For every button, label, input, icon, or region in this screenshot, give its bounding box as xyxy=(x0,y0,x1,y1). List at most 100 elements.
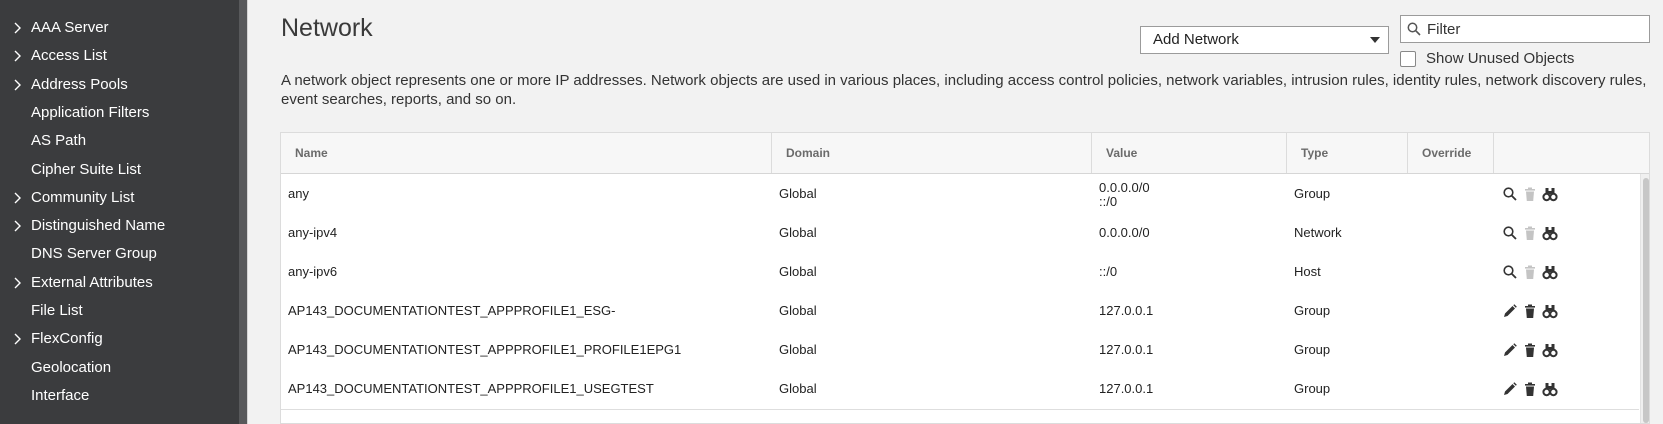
filter-input[interactable] xyxy=(1427,18,1642,40)
sidebar-item-label: External Attributes xyxy=(31,273,153,291)
table-row[interactable]: any-ipv6 Global::/0 Host xyxy=(281,251,1639,293)
sidebar-item-label: Address Pools xyxy=(31,75,128,93)
cell-domain: Global xyxy=(779,341,817,357)
column-header[interactable]: Domain xyxy=(772,133,1092,173)
row-actions xyxy=(1502,303,1572,319)
trash-icon[interactable] xyxy=(1522,342,1538,358)
table-row[interactable]: AP143_DOCUMENTATIONTEST_APPPROFILE1_USEG… xyxy=(281,368,1639,410)
cell-value: 0.0.0.0/0 xyxy=(1092,213,1287,253)
cell-domain: Global xyxy=(779,186,817,201)
binoculars-icon[interactable] xyxy=(1542,225,1558,241)
trash-icon[interactable] xyxy=(1522,303,1538,319)
sidebar-item-label: Access List xyxy=(31,47,107,65)
scrollbar-thumb[interactable] xyxy=(1643,178,1649,423)
cell-value-line: 127.0.0.1 xyxy=(1099,380,1154,396)
binoculars-icon[interactable] xyxy=(1542,303,1558,319)
chevron-right-icon xyxy=(14,22,21,34)
cell-domain: Global xyxy=(779,224,817,240)
cell-type: Host xyxy=(1294,263,1321,279)
pencil-icon[interactable] xyxy=(1502,381,1518,397)
sidebar-item-label: Distinguished Name xyxy=(31,217,166,235)
sidebar-scrollbar[interactable] xyxy=(239,0,247,424)
sidebar-item-label: Community List xyxy=(31,188,135,206)
chevron-right-icon xyxy=(14,333,21,345)
column-header[interactable]: Name xyxy=(281,133,772,173)
sidebar-item[interactable]: DNS Server Group xyxy=(0,239,239,269)
filter-box[interactable] xyxy=(1400,15,1650,43)
trash-icon xyxy=(1525,187,1535,201)
magnifier-icon[interactable] xyxy=(1502,264,1518,280)
cell-value-line: 127.0.0.1 xyxy=(1099,302,1154,318)
row-actions xyxy=(1502,225,1572,241)
row-actions xyxy=(1502,264,1572,280)
sidebar-item-label: DNS Server Group xyxy=(31,245,157,263)
table-row[interactable]: AP143_DOCUMENTATIONTEST_APPPROFILE1_ESG-… xyxy=(281,290,1639,358)
network-objects-table: Name Domain Value Type Override any Global 0.0… xyxy=(280,132,1650,424)
table-row[interactable]: any-ipv4 Global 0.0.0.0/0 Network xyxy=(281,212,1639,254)
sidebar-item[interactable]: Cipher Suite List xyxy=(0,155,239,185)
page-title: Network xyxy=(281,14,373,42)
trash-icon xyxy=(1525,226,1535,240)
binoculars-icon[interactable] xyxy=(1542,342,1558,358)
pencil-icon[interactable] xyxy=(1502,342,1518,358)
cell-value: 127.0.0.1 xyxy=(1092,330,1287,370)
add-network-dropdown-label: Add Network xyxy=(1153,31,1239,48)
row-actions xyxy=(1502,186,1572,202)
table-scrollbar[interactable] xyxy=(1640,174,1649,423)
sidebar-item-label: AAA Server xyxy=(31,19,109,36)
sidebar-item[interactable]: Application Filters xyxy=(0,98,239,128)
sidebar-item[interactable]: AS Path xyxy=(0,126,239,156)
cell-name: any-ipv6 xyxy=(288,263,338,279)
sidebar-item[interactable]: AAA Server xyxy=(0,13,239,43)
cell-type: Group xyxy=(1294,186,1331,201)
column-header[interactable]: Value xyxy=(1092,133,1287,173)
sidebar-item-label: Geolocation xyxy=(31,358,112,376)
cell-name: AP143_DOCUMENTATIONTEST_APPPROFILE1_PROF… xyxy=(288,341,682,357)
binoculars-icon[interactable] xyxy=(1542,381,1558,397)
sidebar: AAA Server Access List Address Pools Applic… xyxy=(0,0,239,424)
column-header[interactable]: Override xyxy=(1408,133,1494,173)
row-actions xyxy=(1502,381,1572,397)
sidebar-item[interactable]: FlexConfig xyxy=(0,324,239,354)
sidebar-item[interactable]: Interface xyxy=(0,381,239,411)
table-row[interactable]: AP143_DOCUMENTATIONTEST_APPPROFILE1_PROF… xyxy=(281,329,1639,371)
chevron-right-icon xyxy=(14,277,21,289)
table-header: Name Domain Value Type Override xyxy=(281,133,1649,174)
show-unused-label: Show Unused Objects xyxy=(1426,50,1575,67)
chevron-right-icon xyxy=(14,79,21,91)
table-row[interactable]: any Global 0.0.0.0/0::/0 Group xyxy=(281,174,1639,215)
sidebar-item[interactable]: Geolocation xyxy=(0,353,239,383)
trash-icon[interactable] xyxy=(1522,381,1538,397)
sidebar-item[interactable]: Community List xyxy=(0,183,239,213)
sidebar-item[interactable]: Distinguished Name xyxy=(0,211,239,241)
cell-domain: Global xyxy=(779,380,817,396)
cell-type: Group xyxy=(1294,380,1331,396)
pencil-icon[interactable] xyxy=(1502,303,1518,319)
cell-type: Group xyxy=(1294,341,1331,357)
page-description: A network object represents one or more … xyxy=(281,72,1647,108)
main-content: Network Add Network Show Unused Objects … xyxy=(248,0,1663,424)
cell-value-line: ::/0 xyxy=(1099,263,1118,279)
cell-domain: Global xyxy=(779,302,817,318)
sidebar-item[interactable]: File List xyxy=(0,296,239,326)
column-header[interactable]: Type xyxy=(1287,133,1408,173)
sidebar-item[interactable]: Address Pools xyxy=(0,70,239,100)
sidebar-item-label: FlexConfig xyxy=(31,330,103,348)
chevron-right-icon xyxy=(14,220,21,232)
cell-name: any xyxy=(288,186,309,201)
sidebar-item-label: AS Path xyxy=(31,132,87,150)
magnifier-icon[interactable] xyxy=(1502,186,1518,202)
cell-name: AP143_DOCUMENTATIONTEST_APPPROFILE1_ESG-… xyxy=(288,302,616,358)
show-unused-checkbox[interactable] xyxy=(1400,51,1416,67)
sidebar-item[interactable]: Access List xyxy=(0,41,239,71)
binoculars-icon[interactable] xyxy=(1542,264,1558,280)
add-network-dropdown[interactable]: Add Network xyxy=(1140,26,1389,54)
magnifier-icon[interactable] xyxy=(1502,225,1518,241)
cell-value-line: 0.0.0.0/0 xyxy=(1099,180,1150,195)
sidebar-item[interactable]: External Attributes xyxy=(0,268,239,298)
column-header xyxy=(1494,133,1649,173)
binoculars-icon[interactable] xyxy=(1542,186,1558,202)
cell-value-line: 127.0.0.1 xyxy=(1099,341,1154,357)
sidebar-item-label: Application Filters xyxy=(31,103,150,121)
cell-domain: Global xyxy=(779,263,817,279)
